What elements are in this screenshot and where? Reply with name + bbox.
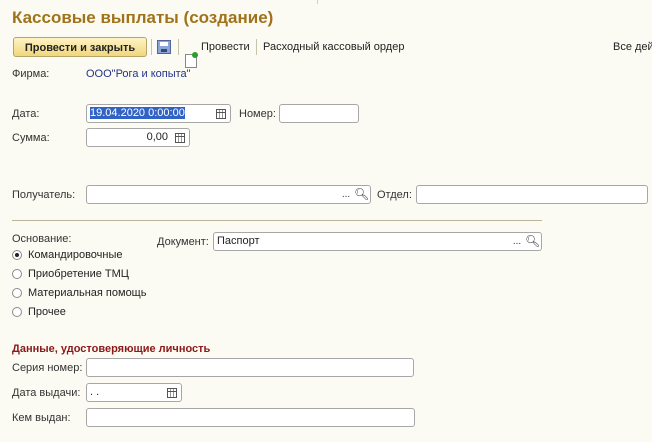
series-field[interactable] xyxy=(86,358,414,377)
post-button[interactable]: Провести xyxy=(201,40,250,54)
firm-label: Фирма: xyxy=(12,68,50,80)
post-icon[interactable] xyxy=(185,52,198,68)
sum-field[interactable]: 0,00 xyxy=(86,128,190,147)
series-label: Серия номер: xyxy=(12,362,83,374)
issue-date-label: Дата выдачи: xyxy=(12,387,81,399)
cash-order-button[interactable]: Расходный кассовый ордер xyxy=(263,40,404,54)
document-value: Паспорт xyxy=(217,235,260,247)
all-actions-menu[interactable]: Все дей xyxy=(613,40,652,54)
calendar-icon[interactable] xyxy=(165,385,179,400)
document-label: Документ: xyxy=(157,236,209,248)
radio-icon[interactable] xyxy=(12,269,22,279)
department-field[interactable] xyxy=(416,185,648,204)
search-icon[interactable]: 🔍︎ xyxy=(525,234,540,249)
calculator-icon[interactable] xyxy=(173,130,187,145)
page-title: Кассовые выплаты (создание) xyxy=(12,8,274,27)
recipient-field[interactable]: ... 🔍︎ xyxy=(86,185,371,204)
toolbar-separator xyxy=(256,39,257,55)
issue-date-field[interactable]: . . xyxy=(86,383,182,402)
basis-option-label: Материальная помощь xyxy=(28,287,147,299)
post-and-close-button[interactable]: Провести и закрыть xyxy=(13,37,147,57)
number-field[interactable] xyxy=(279,104,359,123)
document-field[interactable]: Паспорт ... 🔍︎ xyxy=(213,232,542,251)
identity-section-title: Данные, удостоверяющие личность xyxy=(12,343,211,355)
basis-option-label: Приобретение ТМЦ xyxy=(28,268,129,280)
date-value: 19.04.2020 0:00:00 xyxy=(90,107,185,119)
recipient-select-button[interactable]: ... xyxy=(339,187,353,202)
divider xyxy=(12,220,542,221)
tab-divider xyxy=(317,0,318,4)
basis-option-label: Командировочные xyxy=(28,249,123,261)
issued-by-label: Кем выдан: xyxy=(12,412,71,424)
basis-option-label: Прочее xyxy=(28,306,66,318)
issue-date-value: . . xyxy=(90,386,100,398)
radio-icon[interactable] xyxy=(12,288,22,298)
radio-selected-icon[interactable] xyxy=(12,250,22,260)
sum-label: Сумма: xyxy=(12,132,50,144)
department-label: Отдел: xyxy=(377,189,412,201)
save-icon[interactable] xyxy=(157,40,171,54)
date-label: Дата: xyxy=(12,108,40,120)
firm-link[interactable]: ООО"Рога и копыта" xyxy=(86,68,191,80)
basis-label: Основание: xyxy=(12,233,72,245)
toolbar-separator xyxy=(178,39,179,55)
date-field[interactable]: 19.04.2020 0:00:00 xyxy=(86,104,231,123)
basis-option-business-trip[interactable]: Командировочные xyxy=(12,249,123,261)
document-select-button[interactable]: ... xyxy=(510,234,524,249)
radio-icon[interactable] xyxy=(12,307,22,317)
calendar-icon[interactable] xyxy=(214,106,228,121)
basis-option-purchase[interactable]: Приобретение ТМЦ xyxy=(12,268,129,280)
basis-option-financial-aid[interactable]: Материальная помощь xyxy=(12,287,146,299)
basis-option-other[interactable]: Прочее xyxy=(12,306,66,318)
recipient-label: Получатель: xyxy=(12,189,76,201)
search-icon[interactable]: 🔍︎ xyxy=(354,187,369,202)
toolbar-separator xyxy=(151,39,152,55)
sum-value: 0,00 xyxy=(146,131,168,143)
issued-by-field[interactable] xyxy=(86,408,415,427)
number-label: Номер: xyxy=(239,108,276,120)
